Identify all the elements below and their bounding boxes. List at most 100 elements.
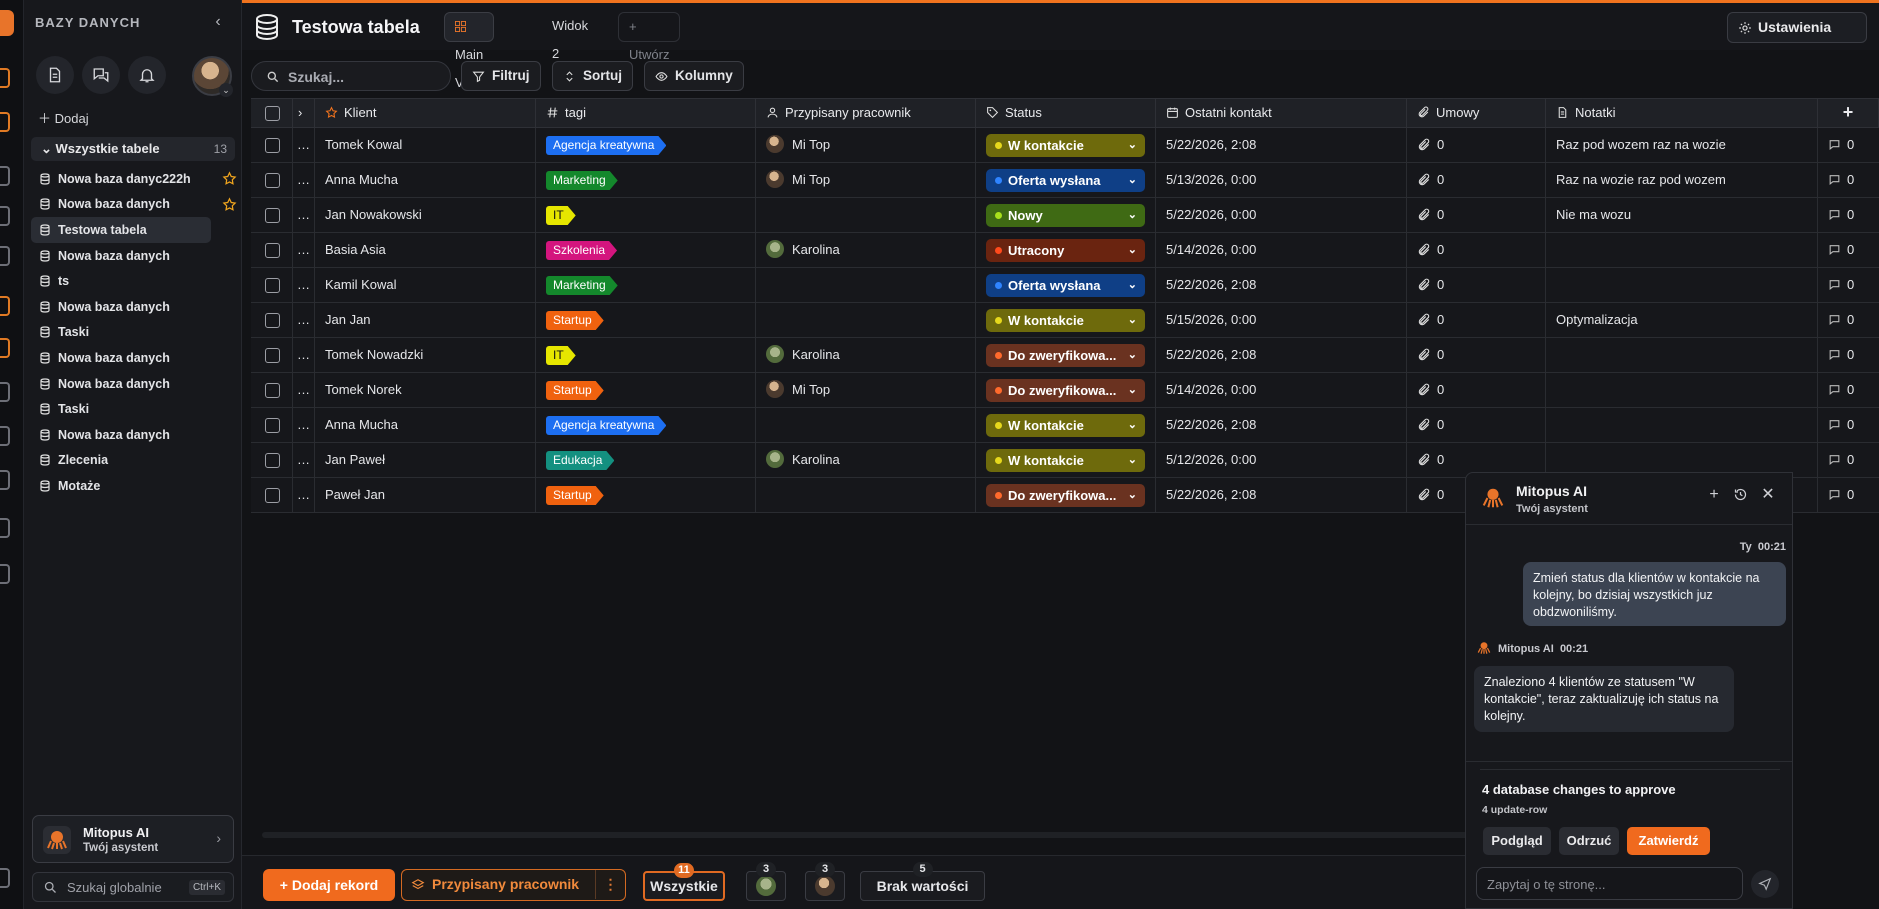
sidebar-table-item[interactable]: Taski (31, 320, 237, 346)
search-box[interactable] (251, 61, 451, 91)
cell-comments[interactable]: 0 (1818, 338, 1879, 372)
add-column-button[interactable]: + (1818, 99, 1879, 128)
cell-notatki[interactable] (1546, 268, 1818, 302)
cell-umowy[interactable]: 0 (1407, 268, 1546, 302)
all-tables-section[interactable]: ⌄ Wszystkie tabele 13 (31, 137, 235, 161)
row-checkbox[interactable] (265, 313, 280, 328)
documents-button[interactable] (36, 56, 74, 94)
star-icon[interactable] (222, 197, 237, 212)
row-checkbox[interactable] (265, 138, 280, 153)
preview-button[interactable]: Podgląd (1483, 827, 1551, 855)
row-menu-button[interactable]: … (293, 233, 315, 267)
cell-klient[interactable]: Jan Paweł (315, 443, 536, 477)
status-dropdown[interactable]: W kontakcie ⌄ (986, 309, 1145, 332)
table-row[interactable]: … Jan Nowakowski IT Nowy ⌄ 5/22/2026, 0:00 0 Ni… (251, 198, 1879, 233)
cell-ostatni-kontakt[interactable]: 5/15/2026, 0:00 (1156, 303, 1407, 337)
table-row[interactable]: … Basia Asia Szkolenia Karolina Utracony ⌄ 5/1… (251, 233, 1879, 268)
cell-status[interactable]: Oferta wysłana ⌄ (976, 268, 1156, 302)
row-checkbox[interactable] (265, 488, 280, 503)
cell-comments[interactable]: 0 (1818, 303, 1879, 337)
cell-ostatni-kontakt[interactable]: 5/22/2026, 2:08 (1156, 128, 1407, 162)
sidebar-table-item[interactable]: Nowa baza danych (31, 243, 237, 269)
cell-umowy[interactable]: 0 (1407, 303, 1546, 337)
filter-chip-no-value[interactable]: 5 Brak wartości (860, 862, 985, 901)
column-tagi[interactable]: tagi (536, 99, 756, 128)
cell-pracownik[interactable] (756, 198, 976, 232)
row-menu-button[interactable]: … (293, 338, 315, 372)
more-options-icon[interactable]: ⋮ (595, 870, 625, 899)
filter-button[interactable]: Filtruj (461, 61, 541, 91)
cell-klient[interactable]: Kamil Kowal (315, 268, 536, 302)
status-dropdown[interactable]: Nowy ⌄ (986, 204, 1145, 227)
select-all-checkbox[interactable] (265, 106, 280, 121)
cell-umowy[interactable]: 0 (1407, 233, 1546, 267)
cell-comments[interactable]: 0 (1818, 268, 1879, 302)
table-row[interactable]: … Tomek Nowadzki IT Karolina Do zweryfikowa.… (251, 338, 1879, 373)
cell-tagi[interactable]: Edukacja (536, 443, 756, 477)
sidebar-table-item[interactable]: Nowa baza danych (31, 294, 237, 320)
cell-klient[interactable]: Tomek Norek (315, 373, 536, 407)
status-dropdown[interactable]: Oferta wysłana ⌄ (986, 169, 1145, 192)
status-dropdown[interactable]: Oferta wysłana ⌄ (986, 274, 1145, 297)
rail-db2-icon[interactable] (0, 246, 10, 266)
rail-edit-icon[interactable] (0, 296, 10, 316)
rail-doc-icon[interactable] (0, 166, 10, 186)
cell-ostatni-kontakt[interactable]: 5/13/2026, 0:00 (1156, 163, 1407, 197)
column-klient[interactable]: Klient (315, 99, 536, 128)
cell-status[interactable]: Do zweryfikowa... ⌄ (976, 338, 1156, 372)
cell-klient[interactable]: Anna Mucha (315, 163, 536, 197)
cell-pracownik[interactable] (756, 268, 976, 302)
cell-umowy[interactable]: 0 (1407, 408, 1546, 442)
cell-klient[interactable]: Paweł Jan (315, 478, 536, 512)
cell-notatki[interactable]: Raz na wozie raz pod wozem (1546, 163, 1818, 197)
filter-chip-karolina[interactable]: 3 (746, 862, 786, 901)
cell-tagi[interactable]: Agencja kreatywna (536, 408, 756, 442)
cell-notatki[interactable]: Optymalizacja (1546, 303, 1818, 337)
column-notatki[interactable]: Notatki (1546, 99, 1818, 128)
cell-notatki[interactable]: Raz pod wozem raz na wozie (1546, 128, 1818, 162)
ai-chat-input-box[interactable] (1476, 867, 1743, 900)
cell-comments[interactable]: 0 (1818, 373, 1879, 407)
row-menu-button[interactable]: … (293, 408, 315, 442)
cell-notatki[interactable] (1546, 338, 1818, 372)
rail-box-icon[interactable] (0, 518, 10, 538)
cell-comments[interactable]: 0 (1818, 408, 1879, 442)
close-icon[interactable]: ✕ (1760, 487, 1776, 503)
cell-comments[interactable]: 0 (1818, 443, 1879, 477)
column-ostatni-kontakt[interactable]: Ostatni kontakt (1156, 99, 1407, 128)
cell-ostatni-kontakt[interactable]: 5/22/2026, 2:08 (1156, 338, 1407, 372)
table-row[interactable]: … Anna Mucha Agencja kreatywna W kontakcie ⌄… (251, 408, 1879, 443)
sidebar-table-item[interactable]: Testowa tabela (31, 217, 211, 243)
row-menu-button[interactable]: … (293, 128, 315, 162)
rail-people-icon[interactable] (0, 382, 10, 402)
cell-klient[interactable]: Tomek Kowal (315, 128, 536, 162)
sidebar-table-item[interactable]: Motaże (31, 473, 237, 499)
cell-umowy[interactable]: 0 (1407, 163, 1546, 197)
cell-status[interactable]: Nowy ⌄ (976, 198, 1156, 232)
expand-all-icon[interactable]: › (293, 99, 315, 128)
group-by-button[interactable]: Przypisany pracownik ⋮ (401, 869, 626, 901)
app-logo[interactable] (0, 10, 14, 36)
cell-ostatni-kontakt[interactable]: 5/22/2026, 2:08 (1156, 268, 1407, 302)
cell-tagi[interactable]: Szkolenia (536, 233, 756, 267)
ai-chat-input[interactable] (1487, 875, 1727, 893)
cell-status[interactable]: W kontakcie ⌄ (976, 443, 1156, 477)
notifications-button[interactable] (128, 56, 166, 94)
sidebar-table-item[interactable]: ts (31, 268, 237, 294)
row-menu-button[interactable]: … (293, 268, 315, 302)
cell-klient[interactable]: Jan Jan (315, 303, 536, 337)
status-dropdown[interactable]: Utracony ⌄ (986, 239, 1145, 262)
cell-status[interactable]: W kontakcie ⌄ (976, 128, 1156, 162)
cell-klient[interactable]: Basia Asia (315, 233, 536, 267)
rail-chart-icon[interactable] (0, 68, 10, 88)
cell-pracownik[interactable]: Mi Top (756, 373, 976, 407)
sidebar-table-item[interactable]: Nowa baza danyc222h (31, 166, 237, 192)
row-menu-button[interactable]: … (293, 478, 315, 512)
cell-ostatni-kontakt[interactable]: 5/14/2026, 0:00 (1156, 373, 1407, 407)
rail-database-icon[interactable] (0, 112, 10, 132)
cell-pracownik[interactable] (756, 408, 976, 442)
cell-pracownik[interactable] (756, 303, 976, 337)
row-checkbox[interactable] (265, 173, 280, 188)
sidebar-table-item[interactable]: Nowa baza danych (31, 192, 237, 218)
row-menu-button[interactable]: … (293, 373, 315, 407)
